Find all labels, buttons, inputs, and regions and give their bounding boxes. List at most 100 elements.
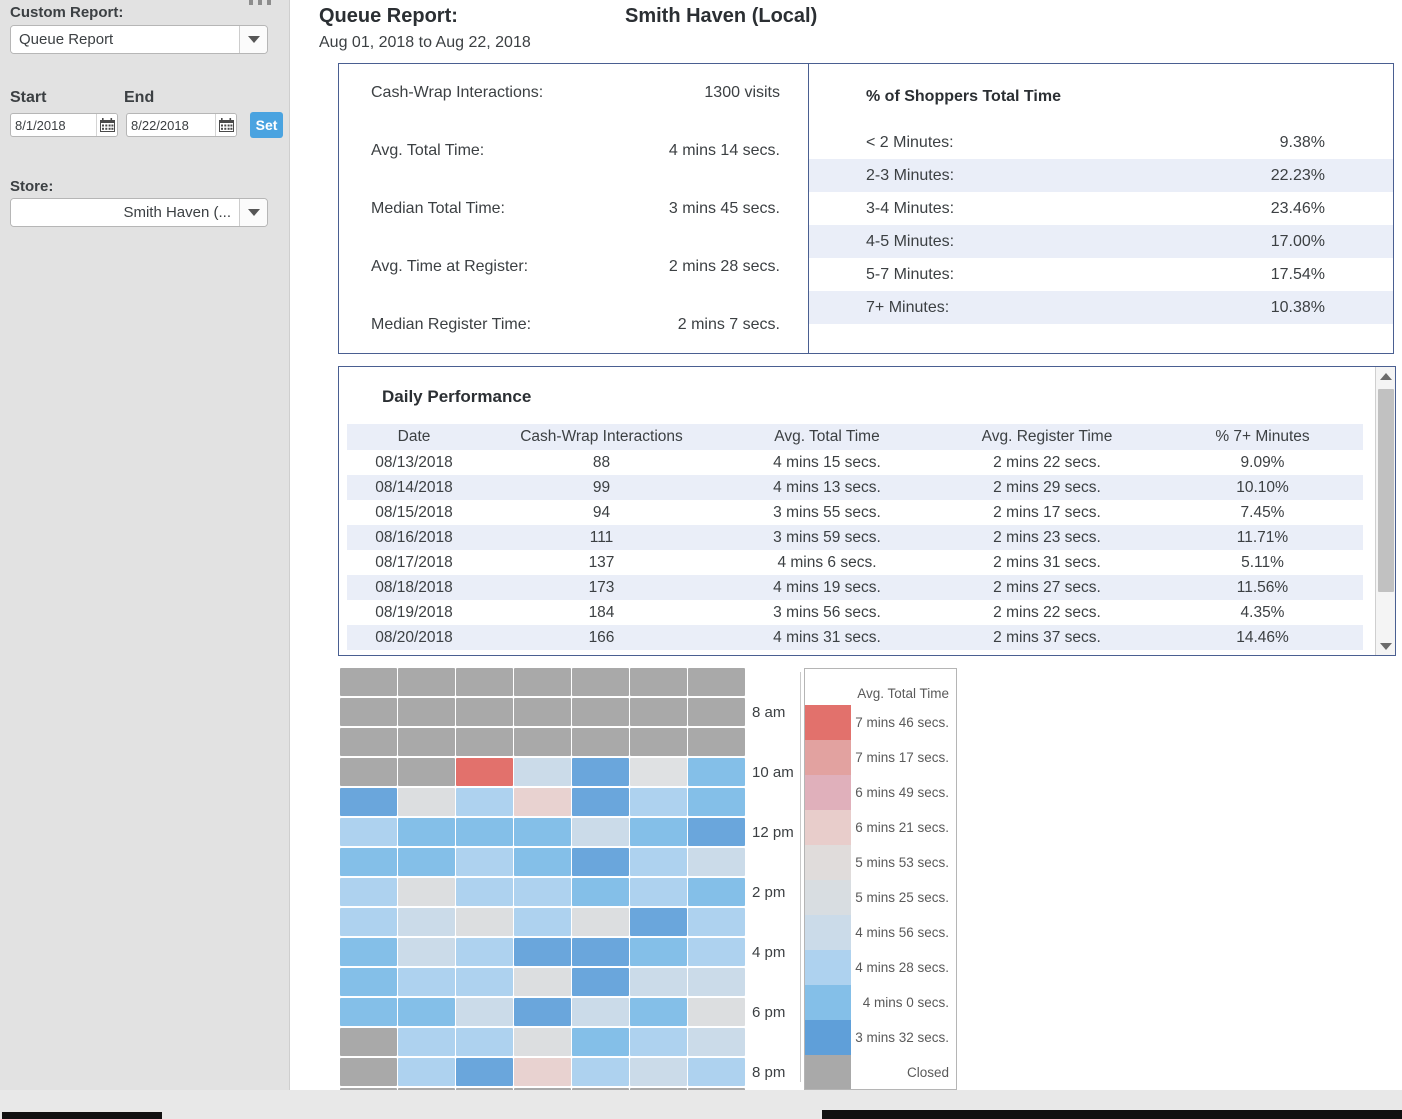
heatmap-cell[interactable] [688, 728, 745, 756]
heatmap-cell[interactable] [514, 848, 571, 876]
heatmap-cell[interactable] [572, 848, 629, 876]
heatmap-cell[interactable] [456, 1058, 513, 1086]
heatmap-cell[interactable] [398, 968, 455, 996]
heatmap-cell[interactable] [630, 668, 687, 696]
start-date-input[interactable] [11, 114, 96, 136]
heatmap-cell[interactable] [688, 968, 745, 996]
heatmap-cell[interactable] [456, 698, 513, 726]
scroll-down-arrow-icon[interactable] [1376, 637, 1395, 655]
heatmap-cell[interactable] [630, 698, 687, 726]
heatmap-cell[interactable] [340, 668, 397, 696]
heatmap-cell[interactable] [688, 818, 745, 846]
heatmap-cell[interactable] [340, 788, 397, 816]
heatmap-cell[interactable] [456, 728, 513, 756]
heatmap-cell[interactable] [514, 668, 571, 696]
end-date-field[interactable] [126, 113, 237, 137]
heatmap-cell[interactable] [630, 1058, 687, 1086]
table-row[interactable]: 08/15/2018 94 3 mins 55 secs. 2 mins 17 sec… [347, 500, 1363, 525]
heatmap-cell[interactable] [688, 878, 745, 906]
heatmap-cell[interactable] [572, 968, 629, 996]
heatmap-cell[interactable] [340, 998, 397, 1026]
heatmap-cell[interactable] [456, 938, 513, 966]
heatmap-cell[interactable] [456, 788, 513, 816]
end-date-input[interactable] [127, 114, 215, 136]
hourly-heatmap[interactable] [340, 668, 748, 1119]
heatmap-cell[interactable] [572, 1058, 629, 1086]
heatmap-cell[interactable] [340, 968, 397, 996]
heatmap-cell[interactable] [514, 818, 571, 846]
horizontal-scrollbar-right[interactable] [822, 1110, 1402, 1119]
column-header-pct-7plus[interactable]: % 7+ Minutes [1162, 424, 1363, 450]
heatmap-cell[interactable] [572, 698, 629, 726]
heatmap-cell[interactable] [514, 788, 571, 816]
heatmap-cell[interactable] [514, 908, 571, 936]
heatmap-cell[interactable] [630, 908, 687, 936]
heatmap-cell[interactable] [572, 998, 629, 1026]
heatmap-cell[interactable] [630, 848, 687, 876]
heatmap-cell[interactable] [572, 668, 629, 696]
table-row[interactable]: 08/20/2018 166 4 mins 31 secs. 2 mins 37 se… [347, 625, 1363, 650]
table-row[interactable]: 08/14/2018 99 4 mins 13 secs. 2 mins 29 sec… [347, 475, 1363, 500]
heatmap-cell[interactable] [630, 788, 687, 816]
heatmap-cell[interactable] [630, 818, 687, 846]
heatmap-cell[interactable] [340, 818, 397, 846]
chevron-down-icon[interactable] [239, 199, 267, 226]
heatmap-cell[interactable] [572, 1028, 629, 1056]
heatmap-cell[interactable] [688, 1058, 745, 1086]
column-header-date[interactable]: Date [347, 424, 481, 450]
heatmap-cell[interactable] [456, 668, 513, 696]
heatmap-cell[interactable] [398, 788, 455, 816]
heatmap-cell[interactable] [340, 938, 397, 966]
heatmap-cell[interactable] [572, 758, 629, 786]
heatmap-cell[interactable] [340, 728, 397, 756]
heatmap-cell[interactable] [398, 758, 455, 786]
heatmap-cell[interactable] [514, 998, 571, 1026]
heatmap-cell[interactable] [572, 788, 629, 816]
heatmap-cell[interactable] [630, 1028, 687, 1056]
heatmap-cell[interactable] [398, 998, 455, 1026]
heatmap-cell[interactable] [456, 878, 513, 906]
heatmap-cell[interactable] [340, 698, 397, 726]
table-row[interactable]: 08/19/2018 184 3 mins 56 secs. 2 mins 22 se… [347, 600, 1363, 625]
heatmap-cell[interactable] [456, 998, 513, 1026]
heatmap-cell[interactable] [456, 908, 513, 936]
heatmap-cell[interactable] [398, 728, 455, 756]
column-header-avg-register-time[interactable]: Avg. Register Time [932, 424, 1162, 450]
start-date-field[interactable] [10, 113, 118, 137]
horizontal-scrollbar-left[interactable] [2, 1112, 162, 1119]
heatmap-cell[interactable] [514, 938, 571, 966]
heatmap-cell[interactable] [630, 758, 687, 786]
set-button[interactable]: Set [250, 112, 283, 138]
heatmap-cell[interactable] [514, 1058, 571, 1086]
table-row[interactable]: 08/17/2018 137 4 mins 6 secs. 2 mins 31 sec… [347, 550, 1363, 575]
heatmap-cell[interactable] [514, 698, 571, 726]
heatmap-cell[interactable] [572, 938, 629, 966]
heatmap-cell[interactable] [630, 938, 687, 966]
heatmap-cell[interactable] [688, 758, 745, 786]
table-row[interactable]: 08/18/2018 173 4 mins 19 secs. 2 mins 27 se… [347, 575, 1363, 600]
heatmap-cell[interactable] [688, 938, 745, 966]
table-row[interactable]: 08/13/2018 88 4 mins 15 secs. 2 mins 22 sec… [347, 450, 1363, 475]
heatmap-cell[interactable] [514, 1028, 571, 1056]
heatmap-cell[interactable] [688, 908, 745, 936]
custom-report-select[interactable]: Queue Report [10, 25, 268, 54]
store-select[interactable]: Smith Haven (... [10, 198, 268, 227]
heatmap-cell[interactable] [688, 668, 745, 696]
heatmap-cell[interactable] [688, 848, 745, 876]
panel-resize-handle[interactable] [247, 0, 273, 7]
heatmap-cell[interactable] [630, 968, 687, 996]
heatmap-cell[interactable] [630, 728, 687, 756]
heatmap-cell[interactable] [340, 878, 397, 906]
heatmap-cell[interactable] [456, 848, 513, 876]
heatmap-cell[interactable] [456, 818, 513, 846]
heatmap-cell[interactable] [398, 668, 455, 696]
heatmap-cell[interactable] [398, 1058, 455, 1086]
heatmap-cell[interactable] [398, 938, 455, 966]
heatmap-cell[interactable] [340, 1028, 397, 1056]
heatmap-cell[interactable] [572, 908, 629, 936]
heatmap-cell[interactable] [514, 878, 571, 906]
heatmap-cell[interactable] [340, 758, 397, 786]
heatmap-cell[interactable] [340, 1058, 397, 1086]
scroll-up-arrow-icon[interactable] [1376, 367, 1395, 385]
heatmap-cell[interactable] [688, 1028, 745, 1056]
